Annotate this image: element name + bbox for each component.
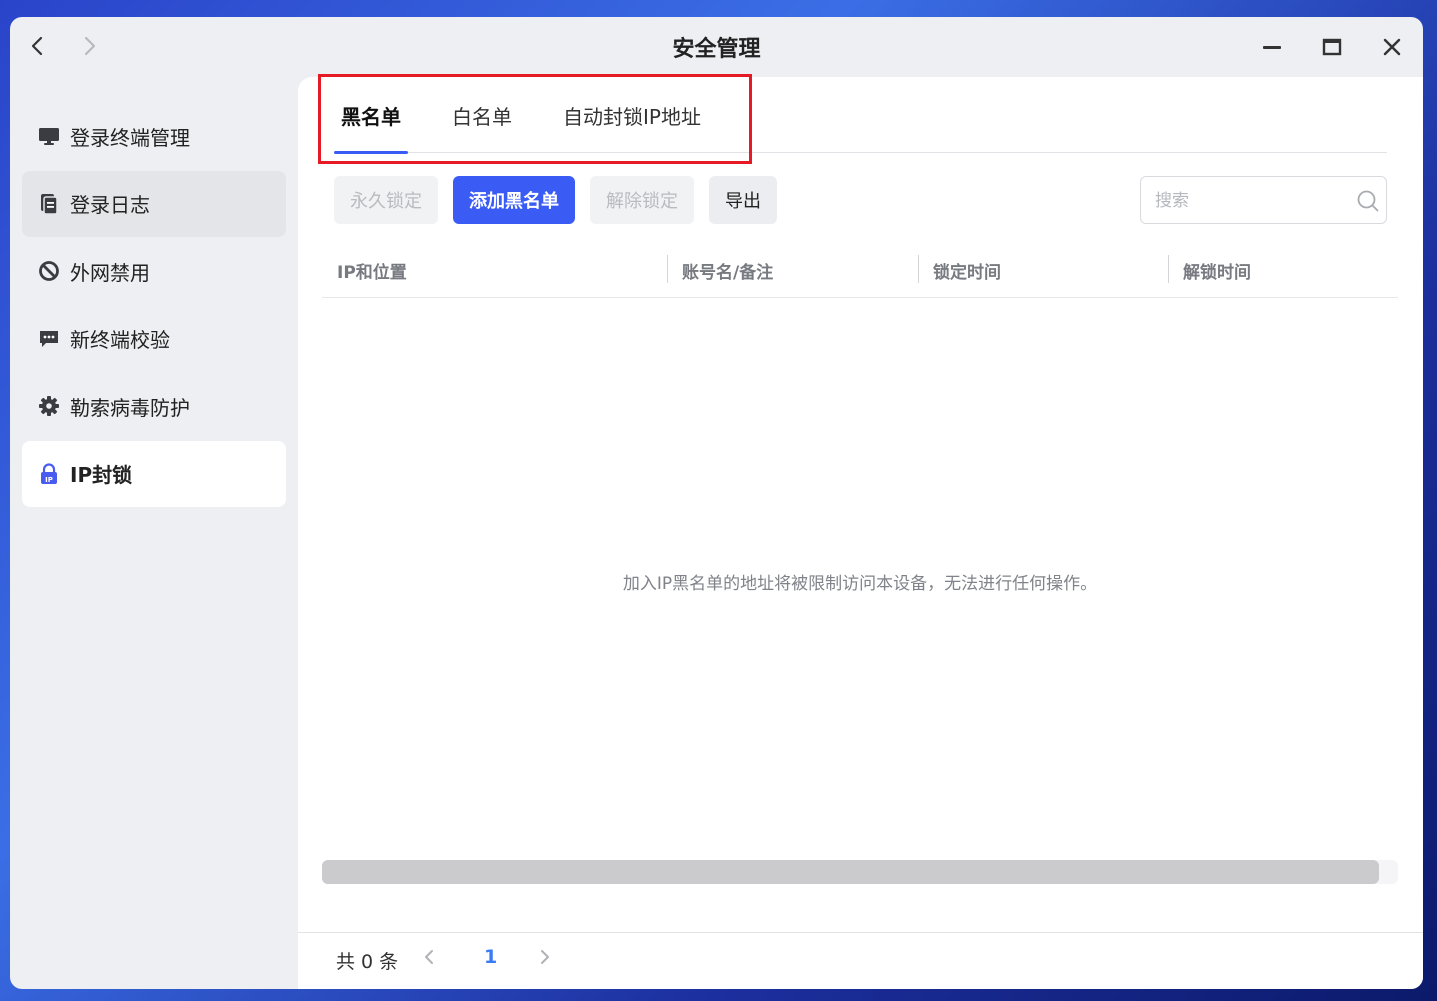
add-blacklist-button[interactable]: 添加黑名单 xyxy=(453,176,575,224)
sidebar-item-ip-block[interactable]: IP IP封锁 xyxy=(22,440,286,507)
chevron-right-icon xyxy=(541,950,549,964)
prev-page-button[interactable] xyxy=(422,947,436,971)
sidebar-item-ransomware-protection[interactable]: 勒索病毒防护 xyxy=(22,373,286,439)
title-bar: 安全管理 xyxy=(10,17,1423,77)
tab-bar: 黑名单 白名单 自动封锁IP地址 xyxy=(334,77,1387,154)
search-input[interactable] xyxy=(1153,188,1347,214)
scrollbar-thumb[interactable] xyxy=(322,860,1379,884)
sidebar-item-label: 登录终端管理 xyxy=(70,125,190,150)
sidebar: 登录终端管理 登录日志 外网禁用 新终端校验 勒索病毒防护 IP IP封锁 xyxy=(22,103,286,508)
sidebar-item-external-network[interactable]: 外网禁用 xyxy=(22,238,286,304)
tab-auto-block-ip[interactable]: 自动封锁IP地址 xyxy=(563,101,701,152)
gear-icon xyxy=(38,395,60,417)
tab-whitelist[interactable]: 白名单 xyxy=(452,101,512,152)
chat-icon xyxy=(38,328,60,350)
empty-state-message: 加入IP黑名单的地址将被限制访问本设备，无法进行任何操作。 xyxy=(622,574,1098,594)
close-icon xyxy=(1383,38,1401,56)
maximize-button[interactable] xyxy=(1317,32,1347,62)
column-header-unlock-time[interactable]: 解锁时间 xyxy=(1183,258,1251,283)
active-tab-indicator xyxy=(334,151,408,154)
sidebar-item-label: 新终端校验 xyxy=(70,328,170,352)
security-window: 安全管理 登录终端管理 登录日志 外网禁用 新终端校验 勒索病毒防护 IP IP… xyxy=(10,17,1423,989)
permanent-lock-button[interactable]: 永久锁定 xyxy=(334,176,438,224)
tab-label: 白名单 xyxy=(452,105,512,129)
page-number[interactable]: 1 xyxy=(484,946,497,968)
column-header-lock-time[interactable]: 锁定时间 xyxy=(933,258,1001,283)
column-header-account-note[interactable]: 账号名/备注 xyxy=(682,258,773,283)
sidebar-item-new-terminal-verify[interactable]: 新终端校验 xyxy=(22,306,286,372)
document-icon xyxy=(38,193,60,215)
column-resizer[interactable] xyxy=(667,255,668,283)
column-header-ip-location[interactable]: IP和位置 xyxy=(337,258,407,283)
column-resizer[interactable] xyxy=(918,255,919,283)
tab-label: 自动封锁IP地址 xyxy=(563,105,701,129)
table-header: IP和位置 账号名/备注 锁定时间 解锁时间 xyxy=(322,254,1398,298)
tab-blacklist[interactable]: 黑名单 xyxy=(334,101,408,154)
search-icon[interactable] xyxy=(1356,189,1380,213)
main-panel: 黑名单 白名单 自动封锁IP地址 永久锁定 添加黑名单 解除锁定 导出 IP和位… xyxy=(298,74,1423,989)
svg-text:IP: IP xyxy=(45,476,53,484)
minimize-icon xyxy=(1263,46,1281,49)
sidebar-item-label: 登录日志 xyxy=(70,193,150,217)
chevron-left-icon xyxy=(425,950,433,964)
close-button[interactable] xyxy=(1377,32,1407,62)
export-button[interactable]: 导出 xyxy=(709,176,777,224)
search-box xyxy=(1140,176,1387,224)
window-title: 安全管理 xyxy=(672,37,761,62)
total-count: 共 0 条 xyxy=(336,951,399,973)
unlock-button[interactable]: 解除锁定 xyxy=(590,176,694,224)
monitor-icon xyxy=(38,125,60,147)
maximize-icon xyxy=(1322,38,1342,56)
next-page-button[interactable] xyxy=(538,947,552,971)
horizontal-scrollbar[interactable] xyxy=(322,860,1398,884)
tab-label: 黑名单 xyxy=(341,105,401,129)
ban-icon xyxy=(38,260,60,282)
sidebar-item-login-log[interactable]: 登录日志 xyxy=(22,170,286,237)
sidebar-item-login-terminal[interactable]: 登录终端管理 xyxy=(22,103,286,169)
sidebar-item-label: IP封锁 xyxy=(70,463,133,487)
minimize-button[interactable] xyxy=(1257,32,1287,62)
sidebar-item-label: 勒索病毒防护 xyxy=(70,395,190,420)
pagination-bar: 共 0 条 1 xyxy=(298,932,1423,989)
column-resizer[interactable] xyxy=(1168,255,1169,283)
ip-lock-icon: IP xyxy=(38,462,60,485)
sidebar-item-label: 外网禁用 xyxy=(70,260,150,285)
